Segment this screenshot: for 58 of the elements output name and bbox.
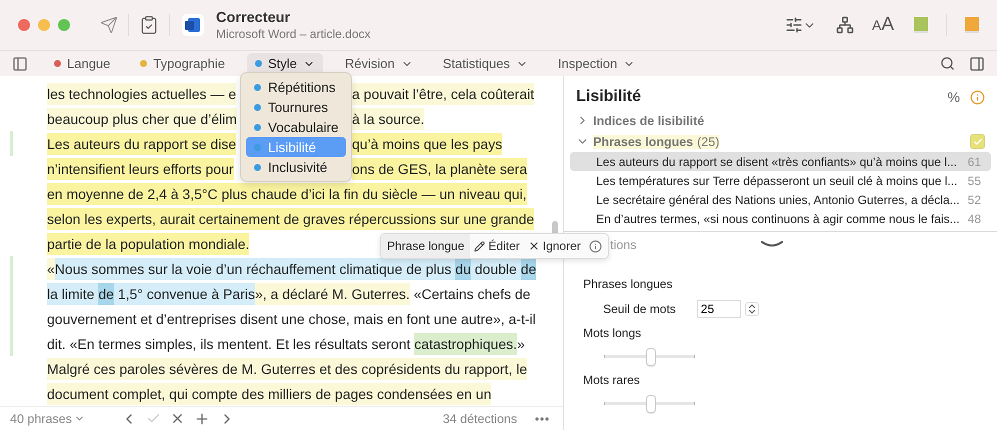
- sidebar-icon[interactable]: [969, 56, 985, 72]
- stepper-icon[interactable]: [744, 302, 759, 316]
- text-line: dit. «En termes simples, ils mentent. Et les résultats seront catastrophiques.»: [47, 332, 525, 354]
- edit-button[interactable]: Éditer: [470, 239, 524, 253]
- menu-item[interactable]: Inclusivité: [246, 157, 346, 177]
- close-window-button[interactable]: [18, 19, 30, 31]
- ellipsis-icon: [535, 416, 550, 420]
- checkbox[interactable]: [970, 134, 985, 149]
- text-line: «Nous sommes sur la voie d’un réchauffement climatique de plus du double de: [47, 258, 536, 280]
- window-subtitle: Microsoft Word – article.docx: [216, 26, 370, 40]
- panel-title: Lisibilité: [576, 88, 641, 106]
- tab[interactable]: Style: [246, 52, 323, 74]
- font-size-button[interactable]: AA: [872, 14, 894, 36]
- text-line: gouvernement et d’entreprises disent une chose, mais en font une autre», a-t-il: [47, 310, 536, 329]
- setting-label: Mots longs: [583, 325, 642, 342]
- tab[interactable]: Typographie: [132, 52, 233, 74]
- ignore-button[interactable]: Ignorer: [524, 239, 585, 253]
- detection-count: 34 détections: [442, 412, 518, 426]
- menu-item[interactable]: Répétitions: [246, 77, 346, 97]
- section-header[interactable]: Phrases longues (25): [564, 131, 997, 152]
- list-item[interactable]: Les températures sur Terre dépasseront un seuil clé à moins que l... 55: [570, 171, 991, 190]
- more-button[interactable]: [535, 416, 550, 420]
- list-item[interactable]: Le secrétaire général des Nations unies, Antonio Guterres, a décla... 52: [570, 190, 991, 209]
- info-icon[interactable]: [588, 240, 602, 252]
- menu-item[interactable]: Tournures: [246, 97, 346, 117]
- pencil-icon: [474, 240, 486, 252]
- slider-thumb[interactable]: [646, 348, 656, 366]
- tab[interactable]: Inspection: [550, 52, 644, 74]
- sliders-icon[interactable]: [784, 16, 816, 34]
- text-line: la limite de 1,5° convenue à Paris», a déclaré M. Guterres. «Certains chefs de: [47, 282, 530, 304]
- window-title: Correcteur: [216, 10, 292, 26]
- list-item[interactable]: En d’autres termes, «si nous continuons à agir comme nous le fais... 48: [570, 209, 991, 228]
- tab[interactable]: Révision: [336, 52, 421, 74]
- sidebar-icon[interactable]: [12, 56, 28, 72]
- tab[interactable]: Statistiques: [434, 52, 536, 74]
- search-icon[interactable]: [940, 56, 955, 71]
- number-field[interactable]: 25: [696, 300, 741, 318]
- app-icon: [182, 14, 204, 36]
- setting-label: Mots rares: [583, 372, 641, 389]
- clipboard-check-icon[interactable]: [139, 15, 159, 35]
- percent-toggle[interactable]: %: [948, 89, 960, 105]
- close-icon: [528, 240, 540, 252]
- list-item[interactable]: Les auteurs du rapport se disent «très confiants» qu’à moins que l... 61: [570, 152, 991, 171]
- setting-label: Seuil de mots: [603, 302, 676, 316]
- paper-plane-icon[interactable]: [100, 16, 118, 34]
- info-icon[interactable]: [970, 90, 985, 104]
- add-button[interactable]: [194, 410, 210, 426]
- menu-item[interactable]: Vocabulaire: [246, 117, 346, 137]
- check-icon: [972, 136, 982, 146]
- tab[interactable]: Langue: [46, 52, 118, 74]
- section-header[interactable]: Indices de lisibilité: [564, 110, 997, 131]
- chevron-icon[interactable]: [761, 241, 784, 249]
- slider-thumb[interactable]: [646, 395, 656, 413]
- sentence-count-dropdown[interactable]: 40 phrases: [10, 412, 85, 426]
- setting-label: Phrases longues: [583, 276, 674, 293]
- plus-icon: [194, 410, 210, 426]
- tree-icon[interactable]: [836, 16, 854, 34]
- popover-label: Phrase longue: [381, 234, 470, 258]
